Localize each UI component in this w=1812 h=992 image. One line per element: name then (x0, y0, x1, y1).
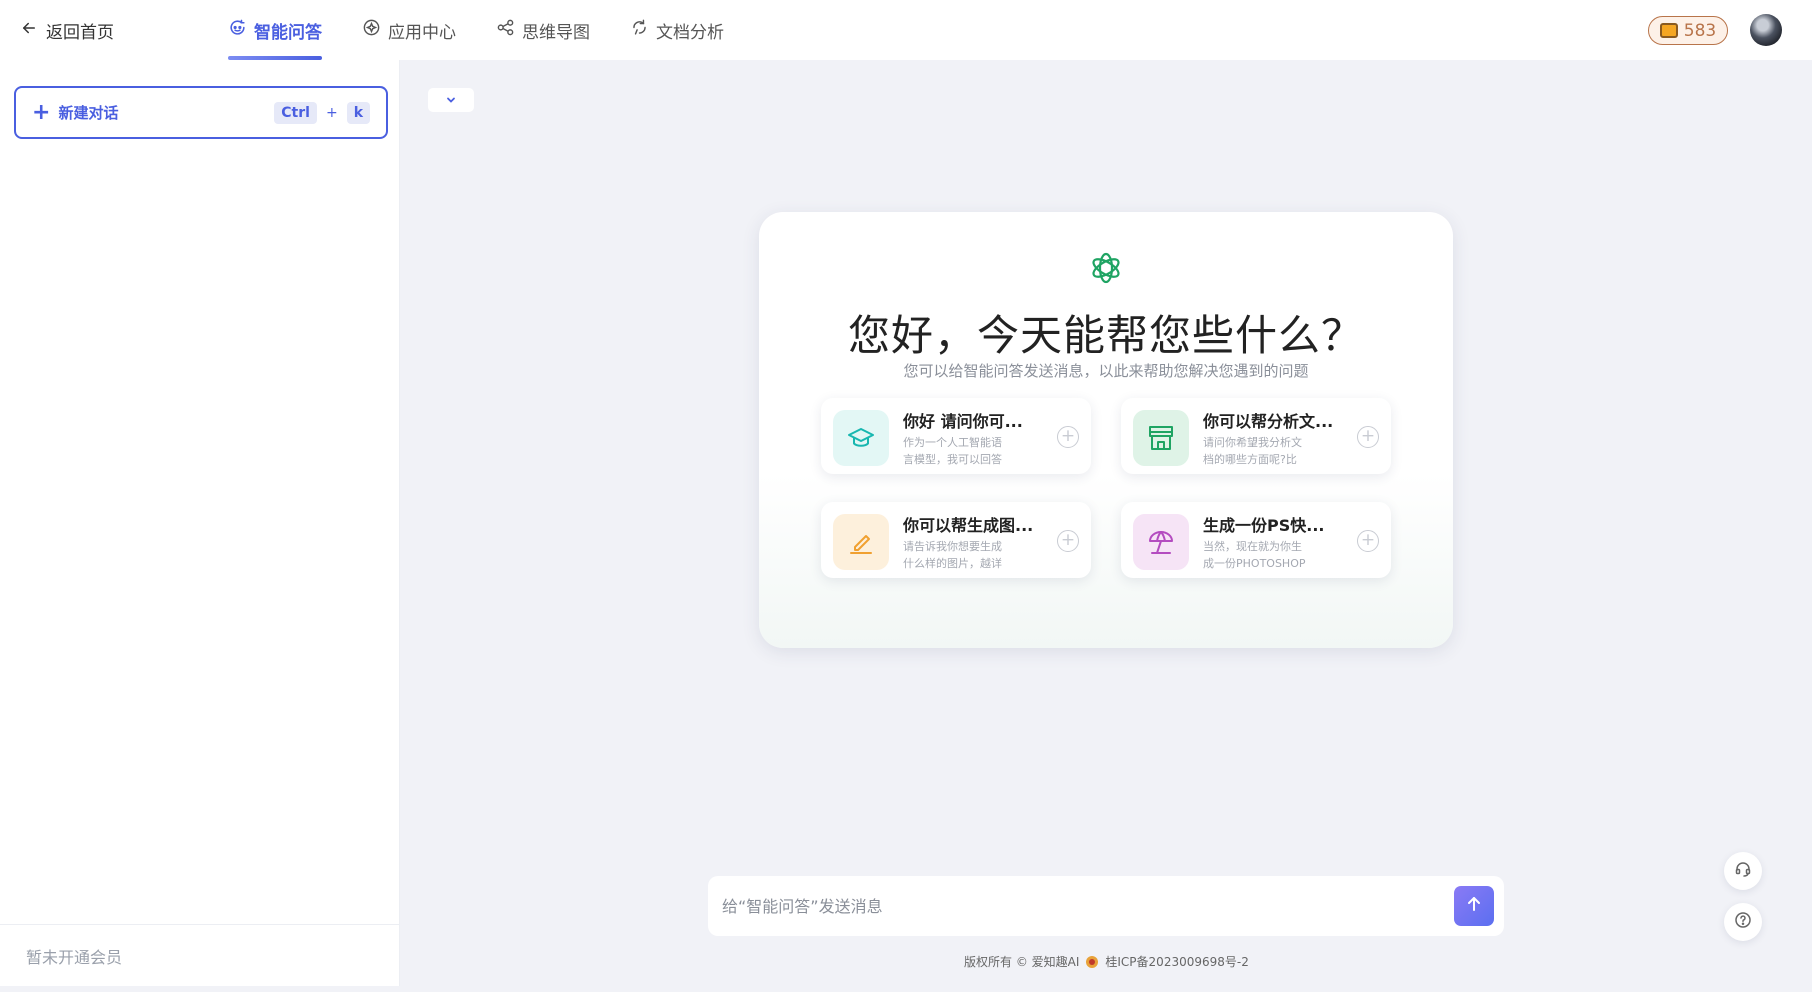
send-button[interactable] (1454, 886, 1494, 926)
coin-balance[interactable]: 583 (1648, 16, 1728, 45)
arrow-left-icon (20, 19, 38, 42)
suggestion-desc: 作为一个人工智能语言模型，我可以回答你的问... (903, 436, 1002, 466)
tab-document-analysis-label: 文档分析 (656, 22, 724, 43)
storefront-icon (1133, 410, 1189, 466)
wallet-icon (1659, 23, 1678, 38)
document-analysis-icon (630, 18, 649, 42)
suggestion-card[interactable]: 你可以帮生成图... 请告诉我你想要生成什么样的图片，越详细越好... + (821, 502, 1091, 578)
shortcut-key: k (346, 101, 370, 124)
welcome-card: 您好，今天能帮您些什么？ 您可以给智能问答发送消息，以此来帮助您解决您遇到的问题… (759, 212, 1453, 648)
add-circle-icon[interactable]: + (1057, 426, 1079, 448)
shortcut-ctrl: Ctrl (274, 101, 317, 124)
suggestion-card[interactable]: 你可以帮分析文... 请问你希望我分析文档的哪些方面呢?比如文档的... + (1121, 398, 1391, 474)
new-chat-button[interactable]: + 新建对话 Ctrl + k (14, 86, 388, 139)
suggestion-desc: 请问你希望我分析文档的哪些方面呢?比如文档的... (1203, 436, 1302, 466)
tab-smart-qa[interactable]: 智能问答 (228, 0, 322, 60)
pencil-icon (833, 514, 889, 570)
help-button[interactable] (1724, 903, 1762, 941)
shortcut-plus: + (325, 104, 338, 121)
icp-link[interactable]: 桂ICP备2023009698号-2 (1105, 953, 1248, 970)
customer-service-button[interactable] (1724, 852, 1762, 890)
sidebar: + 新建对话 Ctrl + k 暂未开通会员 (0, 60, 400, 986)
question-circle-icon (1734, 911, 1752, 933)
message-input-box (708, 876, 1504, 936)
suggestion-title: 你好 请问你可... (903, 412, 1023, 431)
top-bar: 返回首页 智能问答 应用中心 思维导图 文档分析 583 (0, 0, 1812, 60)
welcome-subline: 您可以给智能问答发送消息，以此来帮助您解决您遇到的问题 (903, 362, 1309, 380)
plus-icon: + (32, 99, 51, 125)
tab-mindmap[interactable]: 思维导图 (496, 0, 590, 60)
suggestion-desc: 当然，现在就为你生成一份PHOTOSHOP快捷键... (1203, 540, 1306, 570)
chevron-down-icon (445, 91, 457, 110)
main-nav: 智能问答 应用中心 思维导图 文档分析 (228, 0, 724, 60)
app-center-icon (362, 18, 381, 42)
suggestion-desc: 请告诉我你想要生成什么样的图片，越详细越好... (903, 540, 1002, 570)
suggestion-title: 你可以帮生成图... (903, 516, 1034, 535)
tab-app-center[interactable]: 应用中心 (362, 0, 456, 60)
headset-icon (1734, 860, 1752, 882)
tab-document-analysis[interactable]: 文档分析 (630, 0, 724, 60)
suggestion-title: 你可以帮分析文... (1203, 412, 1334, 431)
tab-smart-qa-label: 智能问答 (254, 22, 322, 43)
coin-count: 583 (1683, 20, 1717, 41)
police-badge-icon (1085, 955, 1099, 969)
suggestion-card[interactable]: 生成一份PS快... 当然，现在就为你生成一份PHOTOSHOP快捷键... + (1121, 502, 1391, 578)
new-chat-label: 新建对话 (58, 104, 119, 122)
graduation-cap-icon (833, 410, 889, 466)
message-input[interactable] (722, 896, 1454, 916)
add-circle-icon[interactable]: + (1057, 530, 1079, 552)
tab-mindmap-label: 思维导图 (522, 22, 590, 43)
avatar[interactable] (1750, 14, 1782, 46)
add-circle-icon[interactable]: + (1357, 530, 1379, 552)
add-circle-icon[interactable]: + (1357, 426, 1379, 448)
page-footer: 版权所有 © 爱知趣AI 桂ICP备2023009698号-2 (964, 953, 1249, 970)
openai-logo-icon (1088, 250, 1124, 286)
welcome-headline: 您好，今天能帮您些什么？ (847, 311, 1364, 360)
mindmap-icon (496, 18, 515, 42)
arrow-up-icon (1465, 895, 1483, 917)
model-select-dropdown[interactable] (428, 88, 474, 112)
copyright-text: 版权所有 © 爱知趣AI (964, 955, 1080, 969)
umbrella-icon (1133, 514, 1189, 570)
membership-status[interactable]: 暂未开通会员 (0, 924, 400, 986)
back-home-label: 返回首页 (46, 23, 114, 43)
suggestion-title: 生成一份PS快... (1203, 516, 1325, 535)
suggestion-card[interactable]: 你好 请问你可... 作为一个人工智能语言模型，我可以回答你的问... + (821, 398, 1091, 474)
back-home-link[interactable]: 返回首页 (20, 18, 114, 43)
tab-app-center-label: 应用中心 (388, 22, 456, 43)
chat-refresh-icon (228, 18, 247, 42)
